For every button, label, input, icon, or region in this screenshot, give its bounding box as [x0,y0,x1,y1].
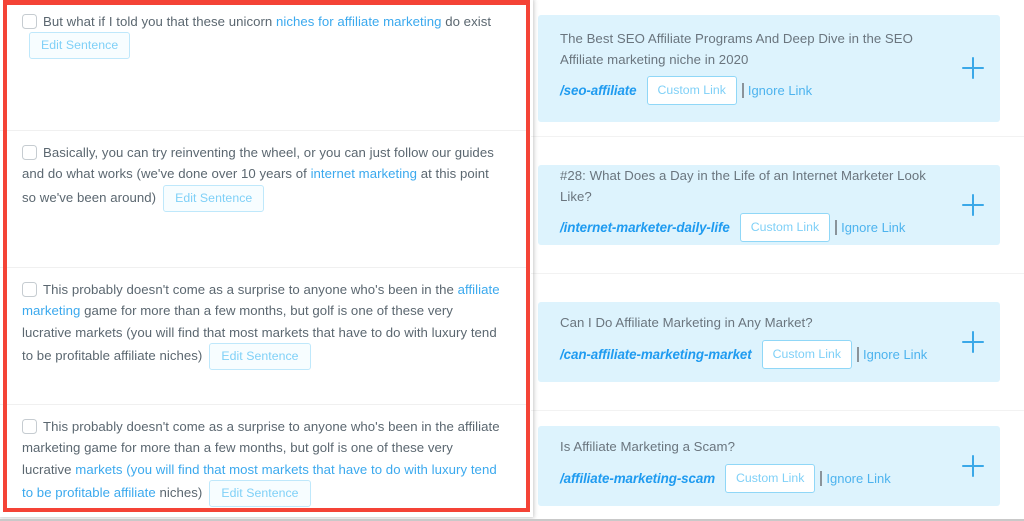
suggestion-card: Can I Do Affiliate Marketing in Any Mark… [538,302,1000,382]
sentence-checkbox[interactable] [22,145,37,160]
suggestion-title: #28: What Does a Day in the Life of an I… [560,168,926,204]
plus-icon[interactable] [962,331,984,353]
ignore-link-button[interactable]: Ignore Link [748,83,812,98]
action-divider [820,470,823,486]
custom-link-button[interactable]: Custom Link [725,463,816,493]
suggestion-actions: /can-affiliate-marketing-market Custom L… [560,339,956,369]
sentence-block: Basically, you can try reinventing the w… [0,131,530,268]
plus-icon[interactable] [962,57,984,79]
suggestion-title: Can I Do Affiliate Marketing in Any Mark… [560,315,813,331]
sentence-segment-link[interactable]: niches for affiliate marketing [276,14,441,29]
suggestion-title: The Best SEO Affiliate Programs And Deep… [560,31,913,67]
action-divider [835,220,838,235]
sentence-segment-plain: But what if I told you that these unicor… [43,14,277,29]
sentence-panel: But what if I told you that these unicor… [0,0,530,521]
edit-sentence-button[interactable]: Edit Sentence [163,184,265,212]
suggestion-slug[interactable]: /affiliate-marketing-scam [560,471,715,486]
suggestion-card: #28: What Does a Day in the Life of an I… [538,165,1000,245]
edit-sentence-button[interactable]: Edit Sentence [209,479,311,507]
sentence-text: This probably doesn't come as a surprise… [22,279,504,370]
internal-linking-editor: But what if I told you that these unicor… [0,0,1024,521]
suggestion-card: Is Affiliate Marketing a Scam? /affiliat… [538,426,1000,506]
sentence-list: But what if I told you that these unicor… [0,0,530,521]
sentence-block: This probably doesn't come as a surprise… [0,405,530,521]
sentence-segment-plain: do exist [441,14,492,29]
action-divider [741,83,744,98]
sentence-block: This probably doesn't come as a surprise… [0,268,530,405]
suggestion-slot: Can I Do Affiliate Marketing in Any Mark… [531,274,1024,411]
suggestion-actions: /internet-marketer-daily-life Custom Lin… [560,213,956,242]
suggestion-slug[interactable]: /can-affiliate-marketing-market [560,347,752,362]
ignore-link-button[interactable]: Ignore Link [826,471,890,486]
sentence-text: Basically, you can try reinventing the w… [22,142,504,212]
edit-sentence-button[interactable]: Edit Sentence [209,342,311,370]
suggestion-panel: The Best SEO Affiliate Programs And Deep… [530,0,1024,521]
sentence-segment-link[interactable]: internet marketing [311,166,417,181]
suggestion-actions: /affiliate-marketing-scam Custom Link Ig… [560,463,956,493]
custom-link-button[interactable]: Custom Link [739,213,831,242]
suggestion-title: Is Affiliate Marketing a Scam? [560,439,735,455]
suggestion-slot: The Best SEO Affiliate Programs And Deep… [531,0,1024,137]
suggestion-card: The Best SEO Affiliate Programs And Deep… [538,14,1000,122]
plus-icon[interactable] [962,455,984,477]
sentence-checkbox[interactable] [22,14,37,29]
plus-icon[interactable] [962,194,984,216]
sentence-text: This probably doesn't come as a surprise… [22,416,504,507]
suggestion-slug[interactable]: /internet-marketer-daily-life [560,220,730,235]
edit-sentence-button[interactable]: Edit Sentence [29,32,131,60]
sentence-segment-plain: niches) [155,484,203,500]
sentence-block: But what if I told you that these unicor… [0,0,530,131]
ignore-link-button[interactable]: Ignore Link [863,347,927,362]
suggestion-actions: /seo-affiliate Custom Link Ignore Link [560,76,956,105]
suggestion-slot: #28: What Does a Day in the Life of an I… [531,137,1024,274]
ignore-link-button[interactable]: Ignore Link [841,220,905,235]
suggestion-slot: Is Affiliate Marketing a Scam? /affiliat… [531,411,1024,521]
sentence-checkbox[interactable] [22,282,37,297]
custom-link-button[interactable]: Custom Link [646,76,737,105]
sentence-checkbox[interactable] [22,419,37,434]
action-divider [856,346,859,362]
suggestion-slug[interactable]: /seo-affiliate [560,83,637,98]
sentence-segment-plain: This probably doesn't come as a surprise… [43,282,458,297]
custom-link-button[interactable]: Custom Link [761,339,852,369]
sentence-text: But what if I told you that these unicor… [22,11,504,60]
